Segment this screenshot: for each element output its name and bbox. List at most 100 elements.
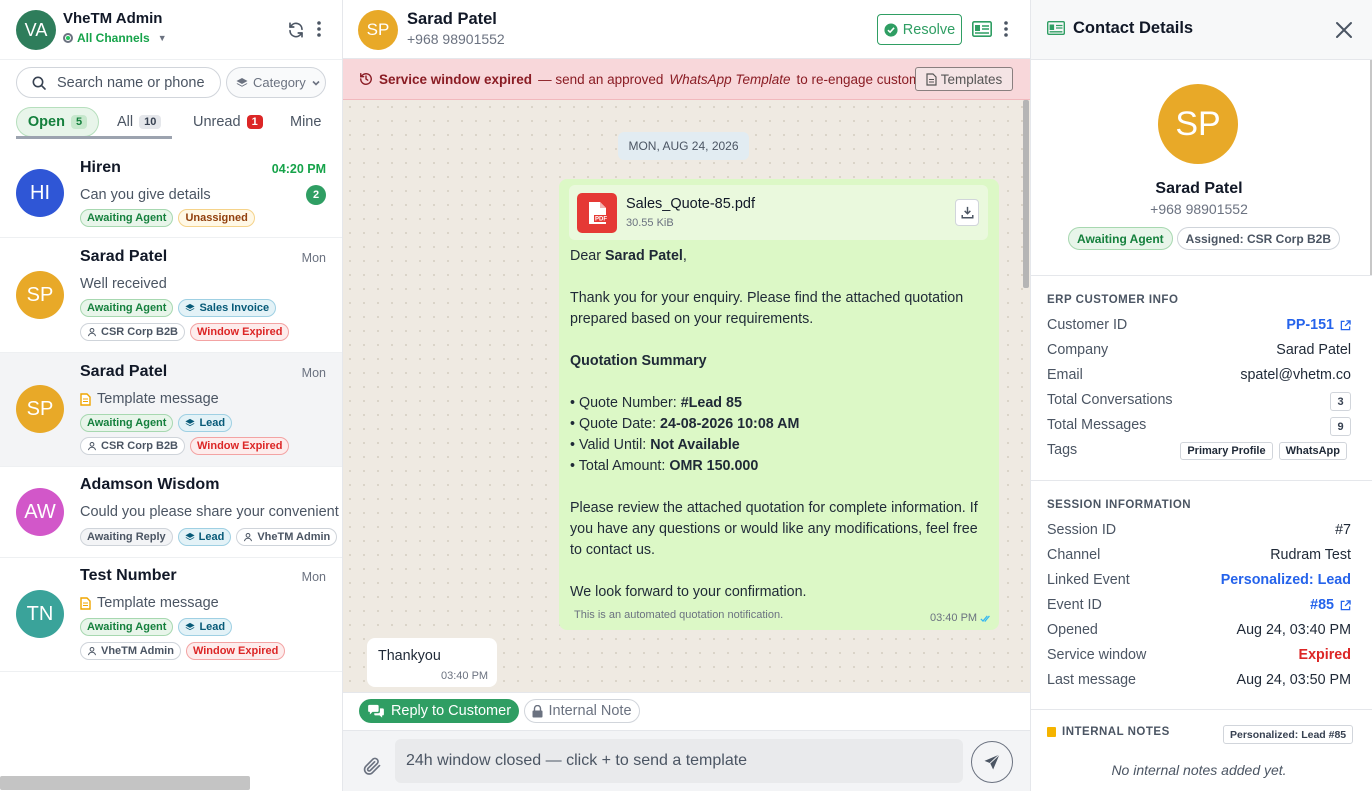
horizontal-scrollbar[interactable]	[0, 776, 250, 790]
file-attachment[interactable]: PDF Sales_Quote-85.pdf 30.55 KiB	[569, 185, 988, 240]
avatar[interactable]: VA	[16, 10, 56, 50]
avatar: SP	[16, 385, 64, 433]
conversation-item[interactable]: HI Hiren 04:20 PM Can you give details 2…	[0, 148, 342, 238]
status-chips: Awaiting Reply Lead VheTM Admin	[80, 528, 342, 546]
reply-label: Reply to Customer	[390, 703, 512, 719]
total-conversations-row: Total Conversations 3	[1047, 392, 1351, 412]
event-id-link[interactable]: #85	[1310, 597, 1351, 613]
layers-icon	[185, 418, 196, 427]
company-row: Company Sarad Patel	[1047, 342, 1351, 362]
row-value: Sarad Patel	[1276, 342, 1351, 358]
customer-id-link[interactable]: PP-151	[1286, 317, 1351, 333]
contact-name: Hiren	[80, 159, 121, 176]
conversation-item[interactable]: SP Sarad Patel Mon Template message Awai…	[0, 353, 342, 467]
row-label: Linked Event	[1047, 572, 1130, 588]
preview-text: Could you please share your convenient t…	[80, 504, 343, 520]
tab-unread[interactable]: Unread 1	[193, 107, 263, 137]
user-icon	[244, 532, 253, 542]
row-value: Aug 24, 03:40 PM	[1236, 622, 1351, 638]
search-input[interactable]	[57, 74, 217, 91]
chat-bubbles-icon	[368, 704, 384, 718]
resolve-button[interactable]: Resolve	[877, 14, 962, 45]
check-circle-icon	[884, 22, 898, 37]
tab-all[interactable]: All 10	[117, 107, 162, 137]
paperclip-icon[interactable]	[362, 755, 382, 777]
message-line: prepared based on your requirements.	[570, 311, 814, 327]
channel-selector[interactable]: All Channels ▼	[63, 31, 167, 45]
message-line: Thank you for your enquiry. Please find …	[570, 290, 964, 306]
close-icon[interactable]	[1335, 21, 1353, 39]
contact-card-icon[interactable]	[972, 21, 992, 37]
message-time: 03:40 PM	[930, 612, 992, 624]
send-button[interactable]	[971, 741, 1013, 783]
time-label: 03:40 PM	[930, 612, 978, 624]
timestamp: Mon	[301, 570, 326, 584]
templates-button[interactable]: Templates	[915, 67, 1013, 91]
line-label: • Total Amount:	[570, 458, 670, 474]
conversation-item[interactable]: TN Test Number Mon Template message Awai…	[0, 558, 342, 672]
agent-label: CSR Corp B2B	[101, 326, 179, 338]
sidebar-header: VA VheTM Admin All Channels ▼	[0, 0, 342, 60]
external-link-icon	[1340, 599, 1351, 610]
status-chips: Awaiting Agent Lead	[80, 618, 233, 636]
refresh-icon[interactable]	[287, 21, 305, 39]
more-vertical-icon[interactable]	[1001, 20, 1011, 38]
service-window-row: Service window Expired	[1047, 647, 1351, 667]
banner-text: — send an approved	[538, 71, 664, 87]
more-vertical-icon[interactable]	[312, 20, 326, 38]
event-label: Lead	[199, 621, 226, 633]
avatar: AW	[16, 488, 64, 536]
last-message-row: Last message Aug 24, 03:50 PM	[1047, 672, 1351, 692]
avatar[interactable]: SP	[358, 10, 398, 50]
window-badge: Window Expired	[185, 642, 286, 660]
row-value: 9	[1330, 417, 1351, 436]
timestamp: Mon	[301, 251, 326, 265]
message-area[interactable]: MON, AUG 24, 2026 PDF Sales_Quote-85.pdf…	[343, 100, 1030, 692]
vertical-scrollbar[interactable]	[1023, 100, 1029, 288]
message-line: you have any questions or would like any…	[570, 521, 978, 537]
tab-label: All	[117, 114, 134, 130]
linked-event-link[interactable]: Personalized: Lead	[1221, 572, 1351, 588]
download-button[interactable]	[955, 199, 979, 226]
message-text: Thankyou	[378, 648, 441, 664]
double-check-icon	[980, 615, 990, 622]
status-chips: VheTM Admin Window Expired	[80, 642, 286, 660]
status-chips: Awaiting Agent Lead	[80, 414, 233, 432]
notes-event-badge: Personalized: Lead #85	[1223, 725, 1354, 744]
external-link-icon	[1340, 319, 1351, 330]
sticky-note-icon	[1047, 727, 1056, 737]
contact-name: Sarad Patel	[1155, 180, 1243, 197]
internal-note-button[interactable]: Internal Note	[524, 699, 640, 723]
reply-to-customer-button[interactable]: Reply to Customer	[359, 699, 519, 723]
contact-phone: +968 98901552	[407, 31, 505, 47]
contact-name: Sarad Patel	[407, 10, 497, 28]
message-line: to contact us.	[570, 542, 656, 558]
conversation-item[interactable]: SP Sarad Patel Mon Well received Awaitin…	[0, 238, 342, 353]
layers-icon	[185, 303, 196, 312]
category-filter[interactable]: Category	[226, 67, 326, 98]
row-label: Last message	[1047, 672, 1137, 688]
details-header: Contact Details	[1031, 0, 1372, 60]
line-value: 24-08-2026 10:08 AM	[660, 416, 800, 432]
service-window-banner: Service window expired — send an approve…	[343, 59, 1030, 100]
contact-card-icon	[1047, 21, 1065, 35]
contact-name: Sarad Patel	[80, 363, 168, 380]
search-box[interactable]	[16, 67, 221, 98]
conversation-item[interactable]: AW Adamson Wisdom Could you please share…	[0, 467, 342, 558]
tab-open[interactable]: Open 5	[16, 107, 99, 137]
tab-label: Open	[27, 114, 65, 130]
agent-label: VheTM Admin	[257, 531, 331, 543]
status-badge: Awaiting Agent	[1068, 227, 1173, 250]
tab-mine[interactable]: Mine	[290, 107, 321, 137]
row-value: Aug 24, 03:50 PM	[1236, 672, 1351, 688]
status-chips: CSR Corp B2B Window Expired	[80, 437, 290, 455]
line-value: Not Available	[650, 437, 740, 453]
pdf-label: PDF	[595, 217, 607, 223]
contact-details-panel: Contact Details SP Sarad Patel +968 9890…	[1030, 0, 1372, 791]
row-label: Tags	[1047, 442, 1078, 458]
row-label: Email	[1047, 367, 1083, 383]
history-icon	[360, 73, 372, 85]
email-row: Email spatel@vhetm.co	[1047, 367, 1351, 387]
agent-badge: CSR Corp B2B	[80, 437, 186, 455]
message-input[interactable]	[395, 739, 963, 783]
